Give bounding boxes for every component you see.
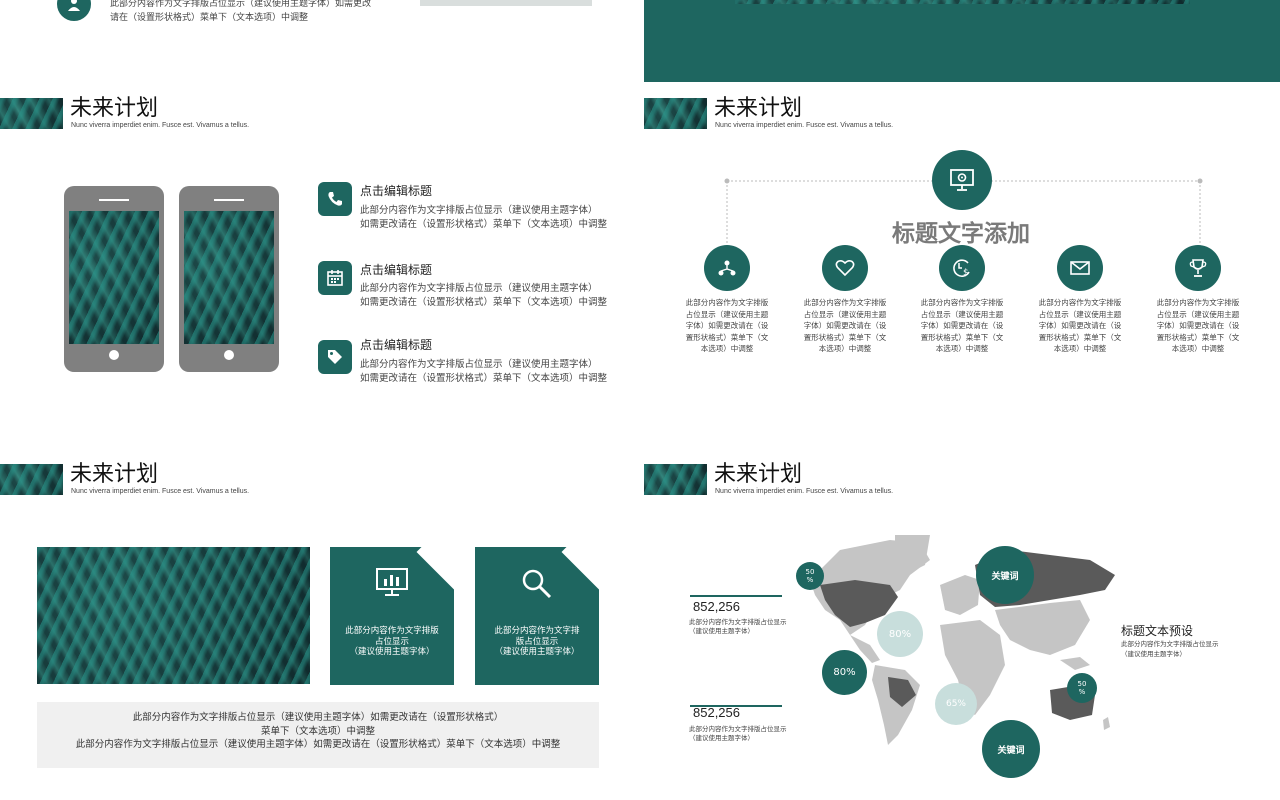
envelope-icon [1057, 245, 1103, 291]
money-clock-icon: $ [939, 245, 985, 291]
network-icon [704, 245, 750, 291]
trophy-icon [1175, 245, 1221, 291]
percent-bubble: 65% [935, 683, 977, 725]
side-text: 此部分内容作为文字排版占位显示 [1121, 640, 1219, 648]
slide-subtitle: Nunc viverra imperdiet enim. Fusce est. … [715, 122, 894, 129]
percent-bubble: 50 % [796, 562, 824, 590]
percent-bubble: 80% [877, 611, 923, 657]
top-right-teal-block [644, 0, 1280, 82]
title-bar-image [644, 98, 707, 129]
phone-speaker [99, 199, 129, 201]
tree-heading: 标题文字添加 [892, 221, 1030, 247]
slide-subtitle: Nunc viverra imperdiet enim. Fusce est. … [715, 488, 894, 495]
top-left-text-1: 此部分内容作为文字排版占位显示（建议使用主题字体）如需更改 [110, 0, 372, 9]
phone-icon [318, 182, 352, 216]
feature-title: 点击编辑标题 [360, 263, 433, 277]
tree-item-text: 此部分内容作为文字排版 占位显示（建议使用主题 字体）如需更改请在（设 置形状格式）菜… [1156, 298, 1240, 353]
tree-item-text: 此部分内容作为文字排版 占位显示（建议使用主题 字体）如需更改请在（设 置形状格式）菜… [920, 298, 1004, 353]
top-left-image-fragment [420, 0, 592, 6]
search-icon [520, 567, 554, 605]
stat-underline [690, 595, 782, 597]
top-right-image-fragment [735, 0, 1190, 4]
phone-home-button [109, 350, 119, 360]
slide-title: 未来计划 [70, 462, 159, 487]
stat-text: （建议使用主题字体） [689, 627, 754, 635]
stat-text: 此部分内容作为文字排版占位显示 [689, 725, 787, 733]
slide-title: 未来计划 [70, 96, 159, 121]
feature-text: 如需更改请在（设置形状格式）菜单下（文本选项）中调整 [360, 297, 608, 308]
phone-mockup-left [64, 186, 164, 372]
percent-bubble: 50 % [1067, 673, 1097, 703]
feature-text: 此部分内容作为文字排版占位显示（建议使用主题字体） [360, 205, 598, 216]
feature-text: 此部分内容作为文字排版占位显示（建议使用主题字体） [360, 359, 598, 370]
card-text: 此部分内容作为文字排版占位显示（建议使用主题字体） [345, 626, 439, 657]
tree-item-text: 此部分内容作为文字排版 占位显示（建议使用主题 字体）如需更改请在（设 置形状格式）菜… [1038, 298, 1122, 353]
info-card: 此部分内容作为文字排版占位显示（建议使用主题字体） [330, 547, 454, 685]
title-bar-image [0, 464, 63, 495]
tag-icon [318, 340, 352, 374]
percent-bubble: 80% [822, 650, 867, 695]
side-text: （建议使用主题字体） [1121, 650, 1186, 658]
svg-text:$: $ [963, 268, 969, 278]
card-text: 此部分内容作为文字排版占位显示（建议使用主题字体） [494, 626, 580, 657]
bottom-text-line: 此部分内容作为文字排版占位显示（建议使用主题字体）如需更改请在（设置形状格式） [132, 712, 504, 723]
stat-text: 此部分内容作为文字排版占位显示 [689, 618, 787, 626]
feature-text: 此部分内容作为文字排版占位显示（建议使用主题字体） [360, 283, 598, 294]
card-fold-corner [416, 547, 454, 602]
side-title: 标题文本预设 [1121, 624, 1194, 638]
keyword-bubble: 关键词 [976, 546, 1034, 604]
tree-item-text: 此部分内容作为文字排版 占位显示（建议使用主题 字体）如需更改请在（设 置形状格式）菜… [685, 298, 769, 353]
phone-speaker [214, 199, 244, 201]
title-bar-image [644, 464, 707, 495]
tree-item-text: 此部分内容作为文字排版 占位显示（建议使用主题 字体）如需更改请在（设 置形状格式）菜… [803, 298, 887, 353]
calendar-icon [318, 261, 352, 295]
info-card: 此部分内容作为文字排版占位显示（建议使用主题字体） [475, 547, 599, 685]
slide-subtitle: Nunc viverra imperdiet enim. Fusce est. … [71, 488, 250, 495]
chart-board-icon [375, 567, 409, 601]
bottom-text-box: 此部分内容作为文字排版占位显示（建议使用主题字体）如需更改请在（设置形状格式） … [37, 702, 599, 768]
card-fold-corner [561, 547, 599, 602]
stat-value: 852,256 [693, 599, 740, 614]
feature-title: 点击编辑标题 [360, 184, 433, 198]
stat-value: 852,256 [693, 705, 740, 720]
bottom-text-line: 菜单下（文本选项）中调整 [260, 725, 375, 737]
phone-screen-image [69, 211, 159, 344]
phone-screen-image [184, 211, 274, 344]
bottom-text-line: 此部分内容作为文字排版占位显示（建议使用主题字体）如需更改请在（设置形状格式）菜… [75, 739, 561, 750]
feature-text: 如需更改请在（设置形状格式）菜单下（文本选项）中调整 [360, 219, 608, 230]
feature-image [37, 547, 310, 684]
heart-icon [822, 245, 868, 291]
stat-text: （建议使用主题字体） [689, 734, 754, 742]
user-circle-icon [57, 0, 91, 21]
top-left-text-2: 请在（设置形状格式）菜单下（文本选项）中调整 [110, 13, 309, 23]
phone-mockup-right [179, 186, 279, 372]
slide-title: 未来计划 [714, 462, 803, 487]
monitor-gear-icon [932, 150, 992, 210]
phone-home-button [224, 350, 234, 360]
slide-title: 未来计划 [714, 96, 803, 121]
feature-title: 点击编辑标题 [360, 338, 433, 352]
slide-subtitle: Nunc viverra imperdiet enim. Fusce est. … [71, 122, 250, 129]
feature-text: 如需更改请在（设置形状格式）菜单下（文本选项）中调整 [360, 373, 608, 384]
title-bar-image [0, 98, 63, 129]
keyword-bubble: 关键词 [982, 720, 1040, 778]
